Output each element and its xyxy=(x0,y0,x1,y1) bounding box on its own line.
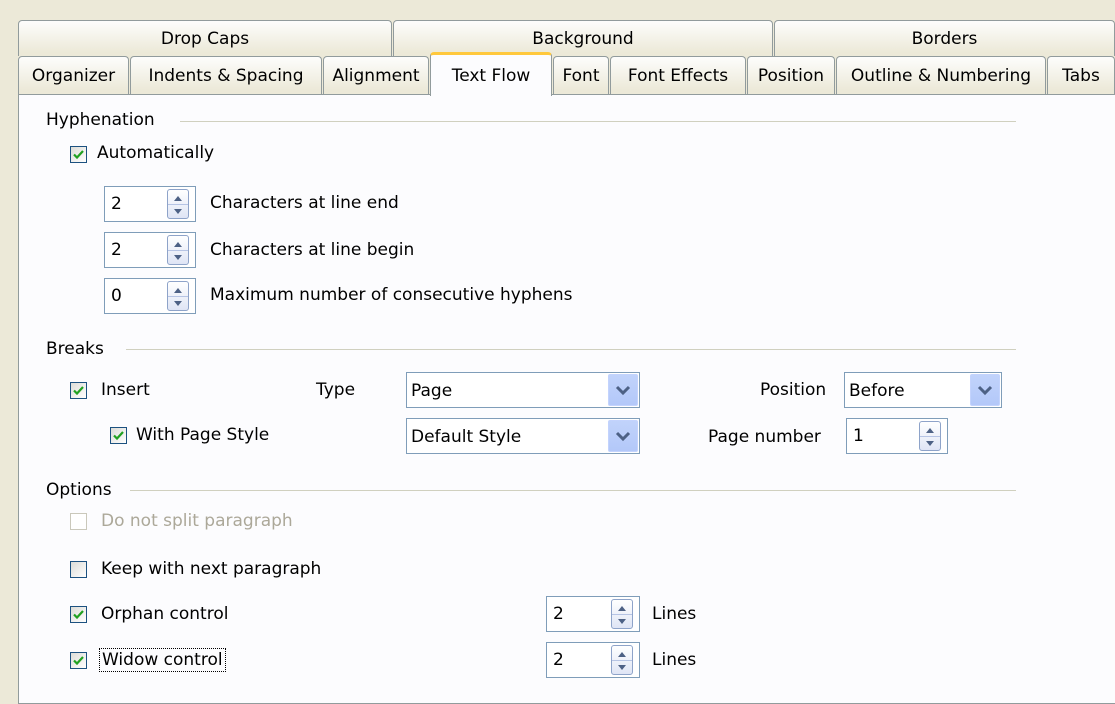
spin-up-icon[interactable] xyxy=(168,190,188,205)
tab-label: Alignment xyxy=(332,66,420,86)
spin-down-icon[interactable] xyxy=(612,614,632,628)
spin-up-icon[interactable] xyxy=(168,282,188,297)
tab-font[interactable]: Font xyxy=(553,56,609,94)
max-hyphens-label: Maximum number of consecutive hyphens xyxy=(210,285,573,305)
spin-up-icon[interactable] xyxy=(168,236,188,251)
keep-with-next-checkbox[interactable] xyxy=(70,561,87,578)
hyphenation-group-title: Hyphenation xyxy=(46,110,155,130)
spin-buttons[interactable] xyxy=(611,645,633,675)
tab-position[interactable]: Position xyxy=(747,56,835,94)
with-page-style-label: With Page Style xyxy=(136,425,270,445)
page-style-dropdown[interactable]: Default Style xyxy=(406,418,640,454)
tab-label: Indents & Spacing xyxy=(148,66,304,86)
with-page-style-checkbox[interactable] xyxy=(110,427,127,444)
checkmark-icon xyxy=(73,150,84,160)
chars-line-end-label: Characters at line end xyxy=(210,193,399,213)
spin-buttons[interactable] xyxy=(611,599,633,629)
tab-font-effects[interactable]: Font Effects xyxy=(610,56,746,94)
tab-label: Position xyxy=(757,66,825,86)
spin-down-icon[interactable] xyxy=(168,250,188,264)
checkmark-icon xyxy=(73,656,84,666)
chars-line-end-value: 2 xyxy=(111,194,122,214)
insert-break-checkbox[interactable] xyxy=(70,382,87,399)
tab-label: Organizer xyxy=(31,66,116,86)
spin-buttons[interactable] xyxy=(167,281,189,311)
tab-background[interactable]: Background xyxy=(393,20,773,56)
spin-buttons[interactable] xyxy=(167,235,189,265)
chars-line-begin-value: 2 xyxy=(111,240,122,260)
orphan-lines-value: 2 xyxy=(553,604,564,624)
chevron-down-icon[interactable] xyxy=(970,374,1000,406)
widow-control-label: Widow control xyxy=(99,648,226,672)
tab-label: Drop Caps xyxy=(160,29,250,49)
options-divider xyxy=(130,490,1016,491)
tab-outline-numbering[interactable]: Outline & Numbering xyxy=(836,56,1046,94)
keep-with-next-label: Keep with next paragraph xyxy=(101,559,322,579)
spin-down-icon[interactable] xyxy=(612,660,632,674)
hyphenation-divider xyxy=(180,121,1016,122)
tab-indents-spacing[interactable]: Indents & Spacing xyxy=(130,56,322,94)
widow-lines-spinbox[interactable]: 2 xyxy=(546,642,640,678)
tab-label: Text Flow xyxy=(451,66,531,86)
page-number-label: Page number xyxy=(708,427,821,447)
break-position-label: Position xyxy=(760,380,827,400)
widow-lines-unit: Lines xyxy=(652,650,697,670)
tab-label: Font xyxy=(562,66,600,86)
spin-up-icon[interactable] xyxy=(612,600,632,615)
max-hyphens-value: 0 xyxy=(111,286,122,306)
tab-label: Tabs xyxy=(1062,66,1100,86)
widow-control-checkbox[interactable] xyxy=(70,652,87,669)
spin-up-icon[interactable] xyxy=(612,646,632,661)
options-group-title: Options xyxy=(46,480,112,500)
insert-break-label: Insert xyxy=(101,380,150,400)
chars-line-end-spinbox[interactable]: 2 xyxy=(104,186,196,222)
do-not-split-checkbox[interactable] xyxy=(70,513,87,530)
max-hyphens-spinbox[interactable]: 0 xyxy=(104,278,196,314)
spin-down-icon[interactable] xyxy=(920,436,940,450)
break-position-value: Before xyxy=(849,381,905,401)
checkmark-icon xyxy=(73,386,84,396)
breaks-divider xyxy=(126,349,1016,350)
automatically-checkbox[interactable] xyxy=(70,146,87,163)
break-position-dropdown[interactable]: Before xyxy=(844,372,1002,408)
checkmark-icon xyxy=(73,610,84,620)
tab-alignment[interactable]: Alignment xyxy=(323,56,429,94)
orphan-control-checkbox[interactable] xyxy=(70,606,87,623)
tab-drop-caps[interactable]: Drop Caps xyxy=(18,20,392,56)
tab-label: Outline & Numbering xyxy=(850,66,1032,86)
page-number-spinbox[interactable]: 1 xyxy=(846,418,948,454)
tab-organizer[interactable]: Organizer xyxy=(18,56,129,94)
chars-line-begin-spinbox[interactable]: 2 xyxy=(104,232,196,268)
tab-label: Font Effects xyxy=(627,66,729,86)
tab-label: Borders xyxy=(911,29,978,49)
do-not-split-label: Do not split paragraph xyxy=(101,511,293,531)
automatically-label: Automatically xyxy=(97,143,215,163)
tab-label: Background xyxy=(532,29,634,49)
checkmark-icon xyxy=(113,431,124,441)
break-type-value: Page xyxy=(411,381,453,401)
chevron-down-icon[interactable] xyxy=(608,374,638,406)
break-type-label: Type xyxy=(316,380,356,400)
orphan-lines-unit: Lines xyxy=(652,604,697,624)
page-style-value: Default Style xyxy=(411,427,522,447)
widow-lines-value: 2 xyxy=(553,650,564,670)
page-number-value: 1 xyxy=(853,426,864,446)
break-type-dropdown[interactable]: Page xyxy=(406,372,640,408)
chevron-down-icon[interactable] xyxy=(608,420,638,452)
tab-borders[interactable]: Borders xyxy=(774,20,1115,56)
spin-down-icon[interactable] xyxy=(168,296,188,310)
chars-line-begin-label: Characters at line begin xyxy=(210,240,415,260)
spin-buttons[interactable] xyxy=(919,421,941,451)
tab-tabs[interactable]: Tabs xyxy=(1047,56,1115,94)
spin-buttons[interactable] xyxy=(167,189,189,219)
tab-text-flow[interactable]: Text Flow xyxy=(430,52,552,96)
spin-up-icon[interactable] xyxy=(920,422,940,437)
breaks-group-title: Breaks xyxy=(46,339,104,359)
spin-down-icon[interactable] xyxy=(168,204,188,218)
orphan-control-label: Orphan control xyxy=(101,604,229,624)
orphan-lines-spinbox[interactable]: 2 xyxy=(546,596,640,632)
